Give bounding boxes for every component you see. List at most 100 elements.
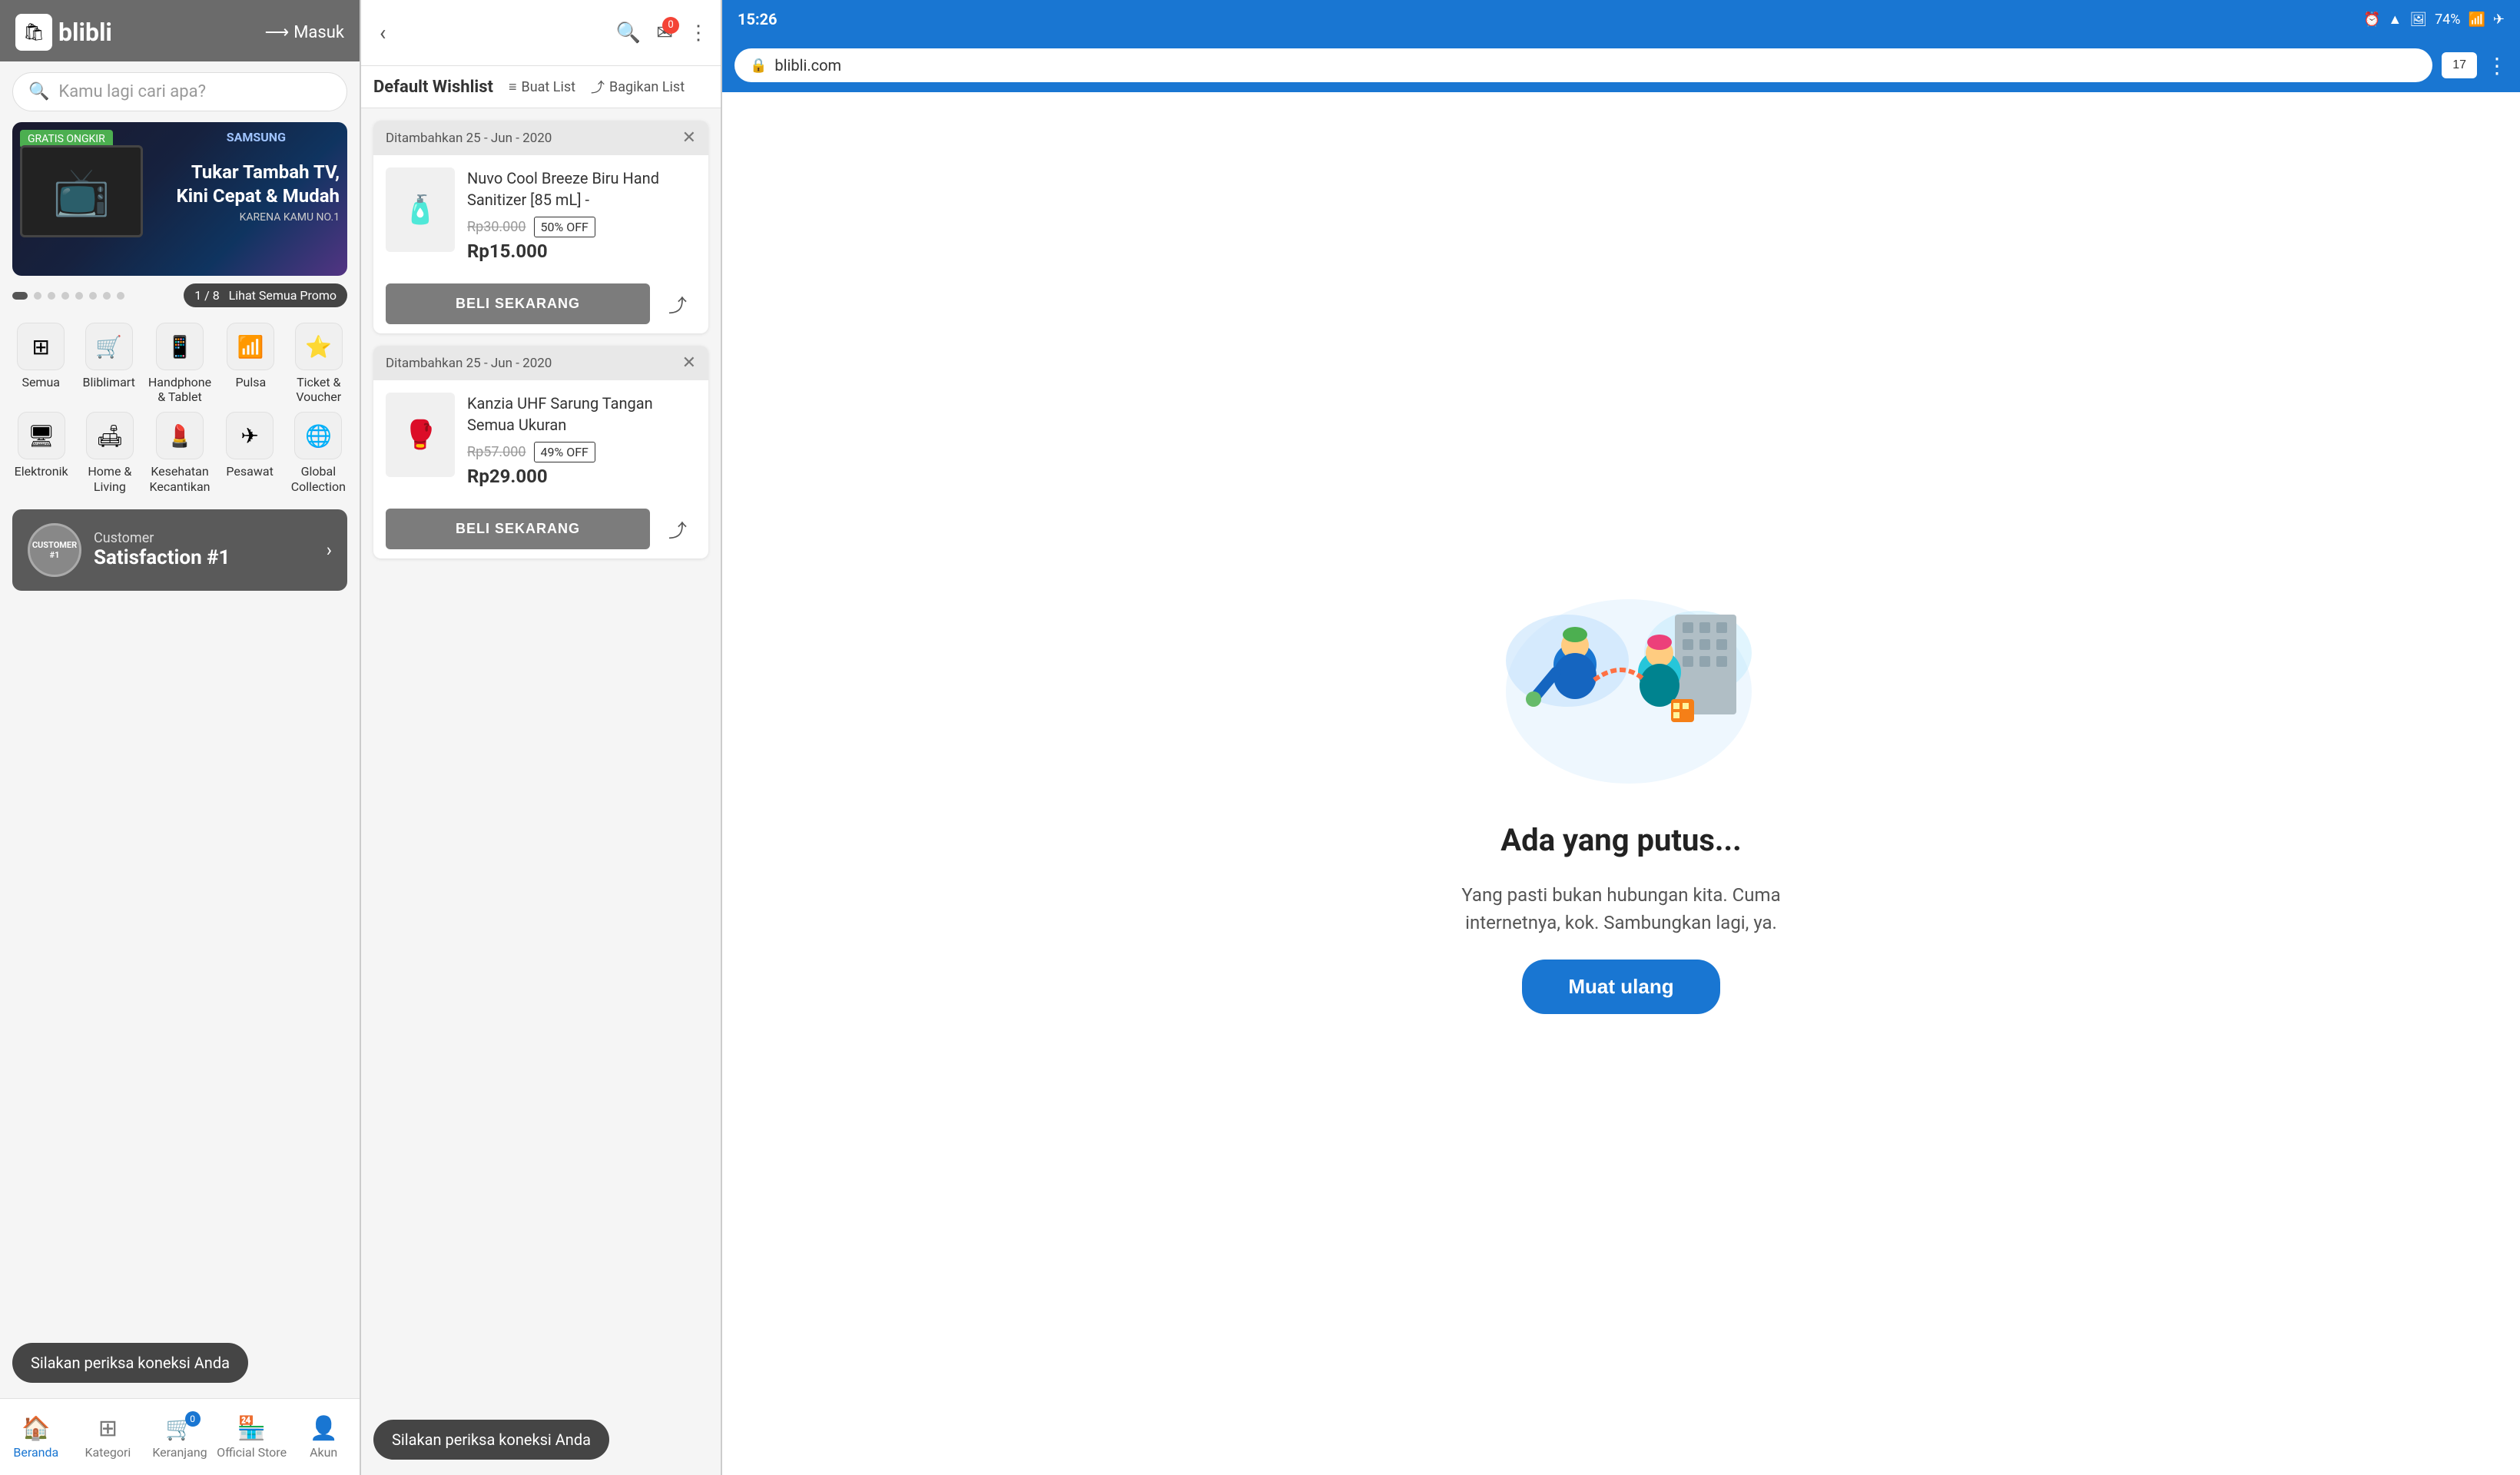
share-button-2[interactable]: ⤴ [659,511,696,548]
nav-kategori-label: Kategori [85,1445,131,1460]
product-2-pricing: Rp57.000 49% OFF [467,442,696,462]
cat-global-icon: 🌐 [294,412,342,459]
cat-pesawat-label: Pesawat [226,464,273,479]
masuk-button[interactable]: ⟶ Masuk [265,23,344,42]
browser-menu-button[interactable]: ⋮ [2486,53,2508,78]
product-2-price: Rp29.000 [467,466,696,487]
wishlist-item-1: Ditambahkan 25 - Jun - 2020 ✕ 🧴 Nuvo Coo… [373,121,708,333]
search-bar[interactable]: 🔍 Kamu lagi cari apa? [12,72,347,111]
nav-official[interactable]: 🏪 Official Store [216,1407,288,1467]
cat-pulsa-icon: 📶 [227,323,274,370]
beli-sekarang-button-1[interactable]: BELI SEKARANG [386,283,650,324]
banner-text: Tukar Tambah TV, Kini Cepat & Mudah KARE… [177,161,340,224]
cat-kesehatan-label: Kesehatan Kecantikan [150,464,211,493]
nav-akun[interactable]: 👤 Akun [287,1407,360,1467]
cat-global[interactable]: 🌐 Global Collection [290,412,347,493]
browser-nav: 🔒 blibli.com 17 ⋮ [722,38,2520,92]
cat-pulsa-label: Pulsa [235,375,266,389]
wishlist-item-2-footer: BELI SEKARANG ⤴ [373,499,708,559]
cat-bliblimart[interactable]: 🛒 Bliblimart [80,323,137,404]
back-button[interactable]: ‹ [373,14,392,51]
cat-ticket[interactable]: ⭐ Ticket & Voucher [290,323,347,404]
blibli-home-panel: 🛍 blibli ⟶ Masuk 🔍 Kamu lagi cari apa? G… [0,0,361,1475]
search-button[interactable]: 🔍 [616,22,641,45]
wishlist-items-list: Ditambahkan 25 - Jun - 2020 ✕ 🧴 Nuvo Coo… [361,108,721,1475]
nav-keranjang[interactable]: 🛒 0 Keranjang [144,1407,216,1467]
product-2-original-price: Rp57.000 [467,444,526,460]
indicator-6[interactable] [89,292,97,300]
indicator-8[interactable] [117,292,124,300]
categories-row2: 🖥 Elektronik 🛋 Home & Living 💄 Kesehatan… [0,412,360,501]
tabs-count: 17 [2452,58,2466,71]
product-1-image: 🧴 [386,167,455,252]
banner-tagline: KARENA KAMU NO.1 [177,211,340,224]
cat-pulsa[interactable]: 📶 Pulsa [222,323,279,404]
reload-button[interactable]: Muat ulang [1522,960,1719,1014]
promo-label: Lihat Semua Promo [229,288,337,303]
cat-elektronik-icon: 🖥 [18,412,65,459]
alarm-icon: ⏰ [2363,12,2380,28]
product-2-name: Kanzia UHF Sarung Tangan Semua Ukuran [467,393,696,436]
cat-kesehatan[interactable]: 💄 Kesehatan Kecantikan [150,412,211,493]
nav-kategori[interactable]: ⊞ Kategori [72,1407,144,1467]
satisfaction-text: Customer Satisfaction #1 [94,530,314,569]
cat-home[interactable]: 🛋 Home & Living [81,412,138,493]
promo-badge[interactable]: 1 / 8 Lihat Semua Promo [184,283,347,307]
wishlist-item-2-header: Ditambahkan 25 - Jun - 2020 ✕ [373,346,708,380]
wishlist-item-1-footer: BELI SEKARANG ⤴ [373,274,708,333]
kategori-icon: ⊞ [98,1415,118,1442]
blibli-logo: 🛍 blibli [15,14,112,51]
indicator-2[interactable] [34,292,41,300]
cat-home-icon: 🛋 [86,412,134,459]
share-button-1[interactable]: ⤴ [659,286,696,323]
signal-icon: ▲ [2388,12,2402,28]
address-bar[interactable]: 🔒 blibli.com [734,48,2432,82]
bottom-navigation: 🏠 Beranda ⊞ Kategori 🛒 0 Keranjang 🏪 Off… [0,1398,360,1475]
image-icon: 🖼 [2409,12,2427,28]
satisfaction-badge: CUSTOMER#1 [28,523,81,577]
wishlist-tabs: Default Wishlist ≡ Buat List ⤴ Bagikan L… [361,66,721,108]
akun-icon: 👤 [309,1415,337,1442]
reload-label: Muat ulang [1568,975,1673,998]
banner-subtitle: Kini Cepat & Mudah [177,184,340,208]
battery-level: 74% [2435,12,2460,28]
product-1-name: Nuvo Cool Breeze Biru Hand Sanitizer [85… [467,167,696,210]
bagikan-list-label: Bagikan List [609,79,685,95]
cat-semua[interactable]: ⊞ Semua [12,323,69,404]
cat-pesawat-icon: ✈ [226,412,274,459]
indicator-7[interactable] [103,292,111,300]
banner-tv-image [20,145,143,237]
masuk-icon: ⟶ [265,23,290,42]
cat-handphone[interactable]: 📱 Handphone & Tablet [148,323,211,404]
offline-msg-1: Silakan periksa koneksi Anda [31,1354,230,1372]
indicator-1[interactable] [12,292,28,300]
more-options-icon[interactable]: ⋮ [688,22,708,45]
tabs-button[interactable]: 17 [2442,52,2477,78]
status-icons: ⏰ ▲ 🖼 74% 📶 ✈ [2363,12,2505,28]
indicator-4[interactable] [61,292,69,300]
wishlist-item-2: Ditambahkan 25 - Jun - 2020 ✕ 🥊 Kanzia U… [373,346,708,559]
wishlist-item-1-close[interactable]: ✕ [682,128,696,148]
search-placeholder: Kamu lagi cari apa? [58,82,206,101]
browser-panel: 15:26 ⏰ ▲ 🖼 74% 📶 ✈ 🔒 blibli.com 17 ⋮ [722,0,2520,1475]
wishlist-item-2-close[interactable]: ✕ [682,353,696,373]
indicator-5[interactable] [75,292,83,300]
error-message: Yang pasti bukan hubungan kita. Cuma int… [1429,881,1813,936]
offline-notification-2: Silakan periksa koneksi Anda [373,1420,609,1460]
error-title: Ada yang putus... [1500,822,1741,858]
list-icon: ≡ [509,79,517,95]
satisfaction-banner[interactable]: CUSTOMER#1 Customer Satisfaction #1 › [12,509,347,591]
cat-pesawat[interactable]: ✈ Pesawat [221,412,279,493]
official-store-icon: 🏪 [237,1415,266,1442]
categories-row1: ⊞ Semua 🛒 Bliblimart 📱 Handphone & Table… [0,315,360,412]
bagikan-list-button[interactable]: ⤴ Bagikan List [591,77,685,97]
wifi-icon: 📶 [2468,12,2485,28]
buat-list-button[interactable]: ≡ Buat List [509,79,575,95]
indicator-3[interactable] [48,292,55,300]
nav-beranda[interactable]: 🏠 Beranda [0,1407,72,1467]
beli-sekarang-button-2[interactable]: BELI SEKARANG [386,509,650,549]
cat-elektronik[interactable]: 🖥 Elektronik [12,412,70,493]
cat-handphone-icon: 📱 [156,323,204,370]
status-bar: 15:26 ⏰ ▲ 🖼 74% 📶 ✈ [722,0,2520,38]
offline-notification-1: Silakan periksa koneksi Anda [12,1343,248,1383]
